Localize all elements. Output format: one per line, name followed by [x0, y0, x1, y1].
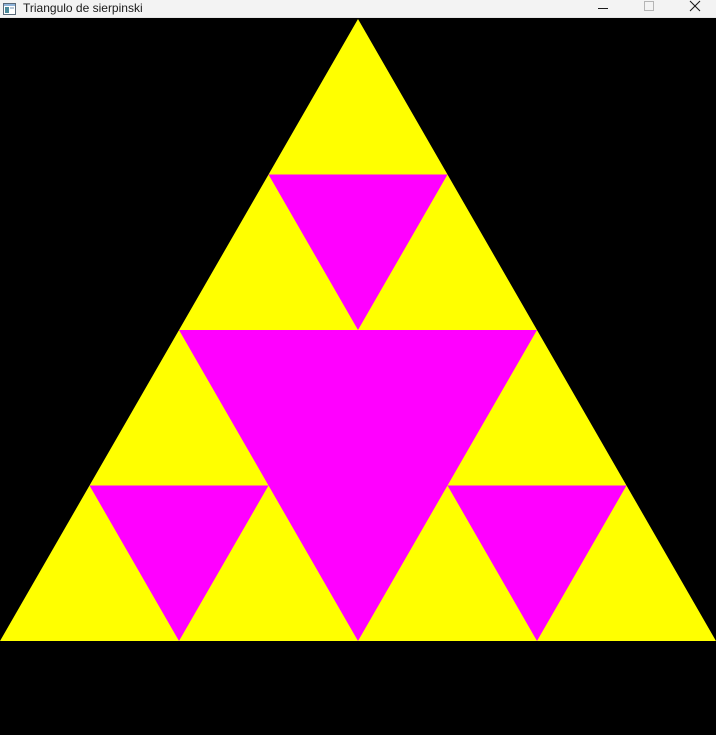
- minimize-icon: [598, 8, 608, 9]
- sierpinski-triangle: [0, 19, 716, 641]
- maximize-button[interactable]: [626, 0, 672, 18]
- app-window: Triangulo de sierpinski: [0, 0, 716, 735]
- drawing-canvas: [0, 18, 716, 735]
- close-button[interactable]: [672, 0, 716, 18]
- app-window-icon: [3, 2, 16, 15]
- minimize-button[interactable]: [580, 0, 626, 18]
- close-icon: [689, 0, 701, 12]
- maximize-icon: [644, 1, 654, 11]
- window-title: Triangulo de sierpinski: [23, 1, 143, 15]
- title-bar[interactable]: Triangulo de sierpinski: [0, 0, 716, 18]
